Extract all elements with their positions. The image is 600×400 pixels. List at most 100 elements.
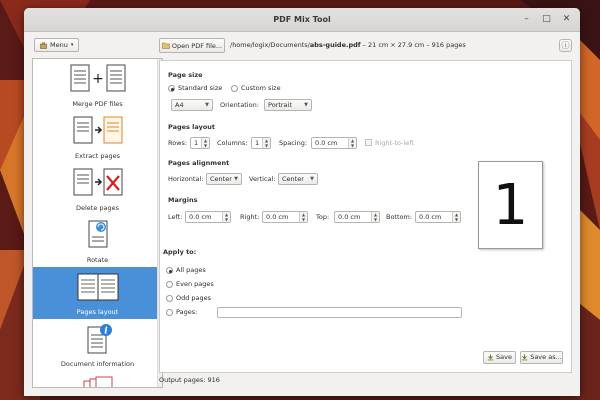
pages-alignment-heading: Pages alignment xyxy=(168,159,230,167)
all-pages-label: All pages xyxy=(176,266,206,274)
margin-right-label: Right: xyxy=(240,213,260,221)
main-content: Open PDF file... /home/logix/Documents/a… xyxy=(159,38,574,388)
close-icon[interactable]: ✕ xyxy=(561,14,572,25)
info-icon: ⓘ xyxy=(561,41,570,50)
save-as-icon xyxy=(522,354,528,361)
rotate-icon xyxy=(88,220,107,248)
spinner-arrows-icon[interactable]: ▲ ▼ xyxy=(299,212,307,222)
minimize-icon[interactable]: – xyxy=(521,14,532,25)
preview-page-number: 1 xyxy=(492,173,529,238)
about-button[interactable]: ⓘ xyxy=(559,39,572,52)
custom-size-radio[interactable] xyxy=(231,85,238,92)
spinner-arrows-icon[interactable]: ▲ ▼ xyxy=(222,212,230,222)
margin-top-label: Top: xyxy=(316,213,330,221)
orientation-value: Portrait xyxy=(268,101,292,109)
vertical-value: Center xyxy=(282,175,304,183)
horizontal-alignment-select[interactable]: Center ▼ xyxy=(206,173,242,185)
chevron-down-icon: ▼ xyxy=(310,176,314,182)
all-pages-radio[interactable] xyxy=(166,267,173,274)
spinner-arrows-icon[interactable]: ▲ ▼ xyxy=(262,138,270,148)
file-path-prefix: /home/logix/Documents/ xyxy=(230,41,310,49)
margin-left-label: Left: xyxy=(168,213,183,221)
columns-spinbox[interactable]: 1 ▲ ▼ xyxy=(251,137,271,149)
spacing-value: 0.0 cm xyxy=(315,139,338,147)
margins-heading: Margins xyxy=(168,196,198,204)
margin-bottom-label: Bottom: xyxy=(386,213,413,221)
standard-size-select[interactable]: A4 ▼ xyxy=(171,99,213,111)
tool-label: Merge PDF files xyxy=(72,100,123,108)
tool-label: Delete pages xyxy=(75,204,120,212)
sidebar: Menu ▾ + Merge PDF files Extract pages D… xyxy=(32,38,163,388)
open-pdf-button[interactable]: Open PDF file... xyxy=(159,38,225,53)
margin-right-spinbox[interactable]: 0.0 cm ▲ ▼ xyxy=(262,211,308,223)
multiple-pages-icon xyxy=(83,376,112,387)
tool-item-delete[interactable]: Delete pages xyxy=(33,163,162,215)
standard-size-label: Standard size xyxy=(178,84,223,92)
margin-left-spinbox[interactable]: 0.0 cm ▲ ▼ xyxy=(185,211,231,223)
custom-pages-radio[interactable] xyxy=(166,309,173,316)
orientation-select[interactable]: Portrait ▼ xyxy=(264,99,312,111)
app-window: PDF Mix Tool – □ ✕ Menu ▾ + Merge PDF fi… xyxy=(24,8,580,396)
tool-label: Document information xyxy=(60,360,135,368)
window-controls: – □ ✕ xyxy=(521,14,572,25)
tool-item-document-info[interactable]: i Document information xyxy=(33,319,162,371)
right-to-left-label: Right-to-left xyxy=(375,139,414,147)
even-pages-radio[interactable] xyxy=(166,281,173,288)
vertical-alignment-select[interactable]: Center ▼ xyxy=(278,173,318,185)
tool-item-partial[interactable] xyxy=(33,371,162,387)
spacing-spinbox[interactable]: 0.0 cm ▲ ▼ xyxy=(311,137,357,149)
save-icon xyxy=(487,354,494,361)
spinner-arrows-icon[interactable]: ▲ ▼ xyxy=(201,138,209,148)
tool-list: + Merge PDF files Extract pages Delete p… xyxy=(32,58,163,388)
tool-item-merge[interactable]: + Merge PDF files xyxy=(33,59,162,111)
margin-bottom-value: 0.0 cm xyxy=(419,213,442,221)
margin-top-spinbox[interactable]: 0.0 cm ▲ ▼ xyxy=(334,211,380,223)
output-pages-status: Output pages: 916 xyxy=(159,376,220,384)
rows-value: 1 xyxy=(194,139,199,147)
rows-spinbox[interactable]: 1 ▲ ▼ xyxy=(190,137,210,149)
document-info-icon: i xyxy=(87,324,112,354)
menu-button[interactable]: Menu ▾ xyxy=(34,38,80,52)
pages-layout-panel: Page size Standard size Custom size A4 ▼… xyxy=(159,60,572,373)
chevron-down-icon: ▾ xyxy=(70,42,74,48)
tool-item-extract[interactable]: Extract pages xyxy=(33,111,162,163)
columns-value: 1 xyxy=(255,139,260,147)
window-title: PDF Mix Tool xyxy=(273,15,331,24)
tool-label: Pages layout xyxy=(76,308,119,316)
page-size-heading: Page size xyxy=(168,71,203,79)
tool-item-pages-layout[interactable]: Pages layout xyxy=(33,267,162,319)
file-toolbar: Open PDF file... /home/logix/Documents/a… xyxy=(159,38,574,54)
margin-left-value: 0.0 cm xyxy=(189,213,212,221)
chevron-down-icon: ▼ xyxy=(205,102,209,108)
spinner-arrows-icon[interactable]: ▲ ▼ xyxy=(452,212,460,222)
pages-layout-icon xyxy=(77,273,118,301)
status-bar: Output pages: 916 xyxy=(159,376,220,384)
chevron-down-icon: ▼ xyxy=(234,176,238,182)
menu-label: Menu xyxy=(50,41,68,49)
svg-text:+: + xyxy=(92,71,104,87)
orientation-label: Orientation: xyxy=(220,101,259,109)
standard-size-radio[interactable] xyxy=(168,85,175,92)
margin-bottom-spinbox[interactable]: 0.0 cm ▲ ▼ xyxy=(415,211,461,223)
apply-to-heading: Apply to: xyxy=(163,248,197,256)
right-to-left-checkbox[interactable] xyxy=(365,139,372,146)
svg-text:i: i xyxy=(104,327,108,337)
save-as-label: Save as... xyxy=(530,353,562,361)
pages-layout-heading: Pages layout xyxy=(168,123,216,131)
rows-label: Rows: xyxy=(168,139,188,147)
odd-pages-radio[interactable] xyxy=(166,295,173,302)
pages-input[interactable] xyxy=(217,307,462,318)
spinner-arrows-icon[interactable]: ▲ ▼ xyxy=(348,138,356,148)
vertical-label: Vertical: xyxy=(249,175,276,183)
tool-item-rotate[interactable]: Rotate xyxy=(33,215,162,267)
maximize-icon[interactable]: □ xyxy=(541,14,552,25)
save-as-button[interactable]: Save as... xyxy=(520,351,563,364)
page-preview: 1 xyxy=(478,161,543,249)
chevron-down-icon: ▼ xyxy=(304,102,308,108)
custom-pages-label: Pages: xyxy=(176,308,198,316)
menu-briefcase-icon xyxy=(40,42,47,49)
save-button[interactable]: Save xyxy=(483,351,516,364)
even-pages-label: Even pages xyxy=(176,280,214,288)
spinner-arrows-icon[interactable]: ▲ ▼ xyxy=(371,212,379,222)
columns-label: Columns: xyxy=(217,139,248,147)
